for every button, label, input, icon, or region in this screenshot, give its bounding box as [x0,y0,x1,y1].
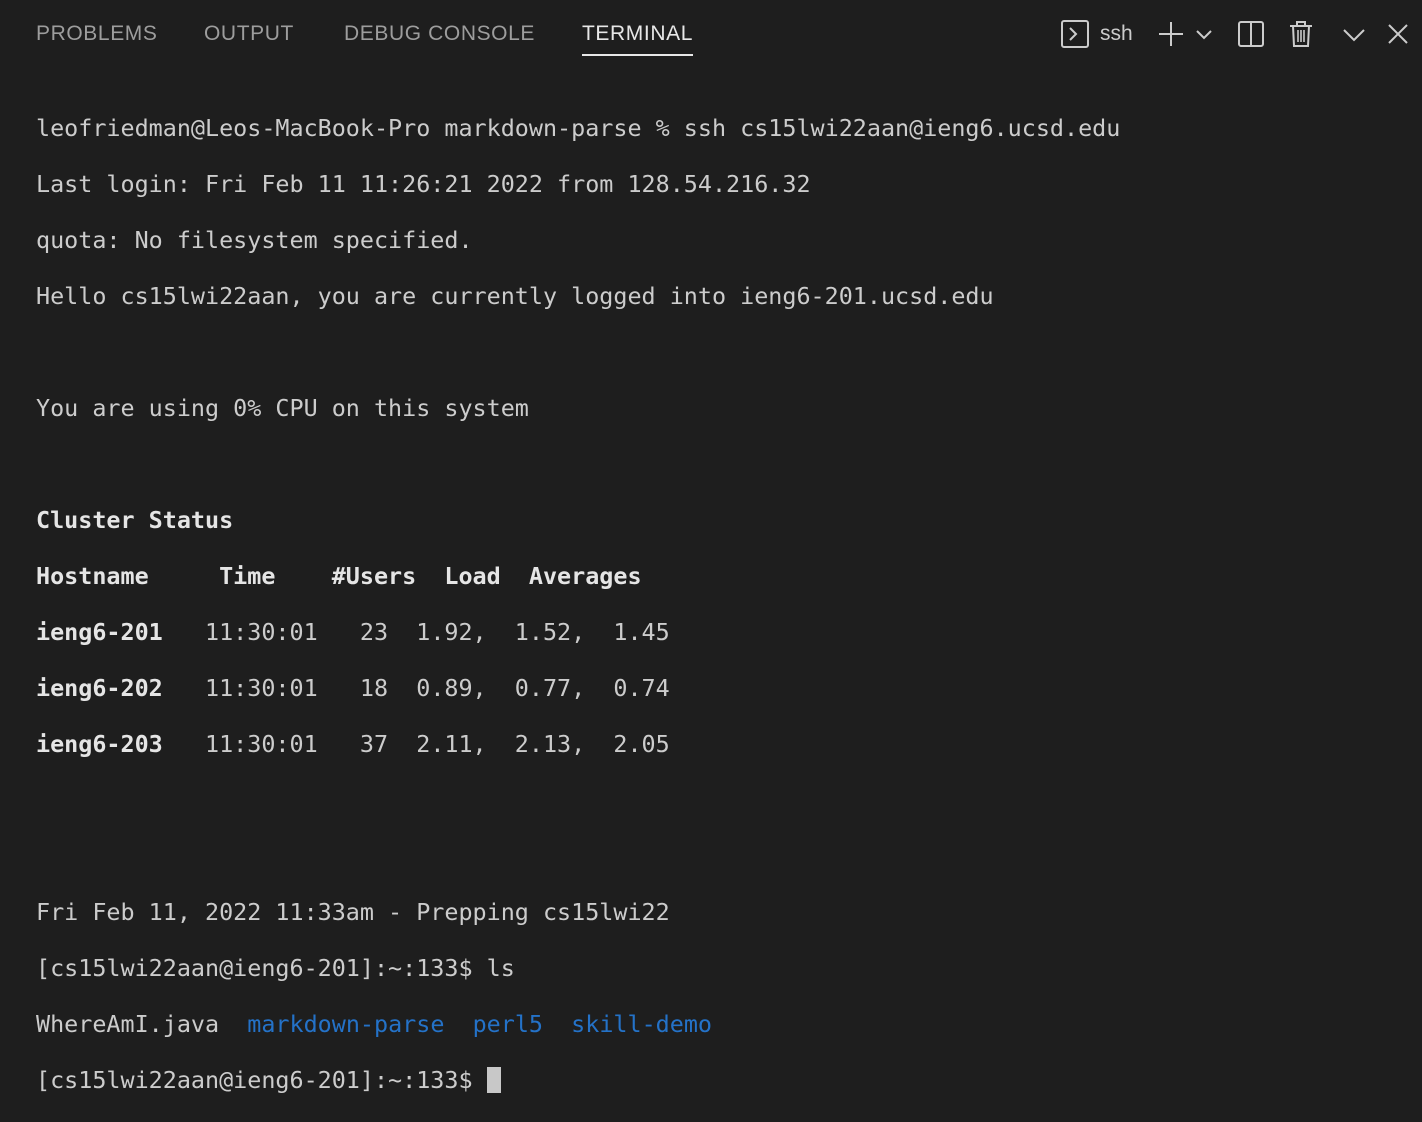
cluster-table-row: ieng6-201 11:30:01 23 1.92, 1.52, 1.45 [36,618,1422,646]
close-panel-button[interactable] [1384,18,1412,50]
terminal-line: leofriedman@Leos-MacBook-Pro markdown-pa… [36,114,1121,142]
text-cursor [486,1067,501,1093]
cluster-table-header: Hostname Time #Users Load Averages [36,562,642,590]
ls-output: WhereAmI.java markdown-parse perl5 skill… [36,1010,1422,1038]
prompt-text: [cs15lwi22aan@ieng6-201]:~:133$ [36,1066,487,1094]
cluster-status-title: Cluster Status [36,506,234,534]
launch-profile-button[interactable] [1194,18,1214,50]
terminal-line: Hello cs15lwi22aan, you are currently lo… [36,282,994,310]
kill-terminal-button[interactable] [1287,18,1315,50]
terminal-output[interactable]: leofriedman@Leos-MacBook-Pro markdown-pa… [36,86,1422,1094]
cluster-table-row: ieng6-202 11:30:01 18 0.89, 0.77, 0.74 [36,674,1422,702]
maximize-panel-button[interactable] [1340,18,1368,50]
terminal-line: quota: No filesystem specified. [36,226,473,254]
chevron-down-icon [1340,19,1368,49]
cluster-hostname: ieng6-201 [36,618,163,646]
terminal-name: ssh [1100,22,1133,45]
cluster-table-row: ieng6-203 11:30:01 37 2.11, 2.13, 2.05 [36,730,1422,758]
cluster-row-stats: 11:30:01 37 2.11, 2.13, 2.05 [162,730,670,758]
split-icon [1236,19,1266,49]
plus-icon [1156,19,1186,49]
panel-tab-bar: PROBLEMS OUTPUT DEBUG CONSOLE TERMINAL s… [0,0,1422,70]
tab-problems[interactable]: PROBLEMS [36,20,158,50]
terminal-icon [1060,19,1090,49]
trash-icon [1287,19,1315,49]
cluster-hostname: ieng6-203 [36,730,163,758]
cluster-row-stats: 11:30:01 23 1.92, 1.52, 1.45 [162,618,670,646]
directory-entry: markdown-parse [247,1010,445,1038]
shell-prompt-current[interactable]: [cs15lwi22aan@ieng6-201]:~:133$ [36,1066,1422,1094]
split-terminal-button[interactable] [1236,18,1266,50]
file-entry: WhereAmI.java [36,1010,220,1038]
close-icon [1384,19,1412,49]
cluster-hostname: ieng6-202 [36,674,163,702]
terminal-line: You are using 0% CPU on this system [36,394,529,422]
new-terminal-button[interactable] [1156,18,1186,50]
tab-debug-console[interactable]: DEBUG CONSOLE [344,20,535,50]
directory-entry: perl5 [472,1010,543,1038]
tab-terminal[interactable]: TERMINAL [582,20,693,56]
directory-entry: skill-demo [571,1010,712,1038]
terminal-line: Last login: Fri Feb 11 11:26:21 2022 fro… [36,170,811,198]
shell-prompt: [cs15lwi22aan@ieng6-201]:~:133$ ls [36,954,515,982]
tab-output[interactable]: OUTPUT [204,20,294,50]
terminal-line: Fri Feb 11, 2022 11:33am - Prepping cs15… [36,898,670,926]
cluster-row-stats: 11:30:01 18 0.89, 0.77, 0.74 [162,674,670,702]
chevron-down-icon [1194,19,1214,49]
terminal-selector[interactable]: ssh [1060,18,1133,50]
